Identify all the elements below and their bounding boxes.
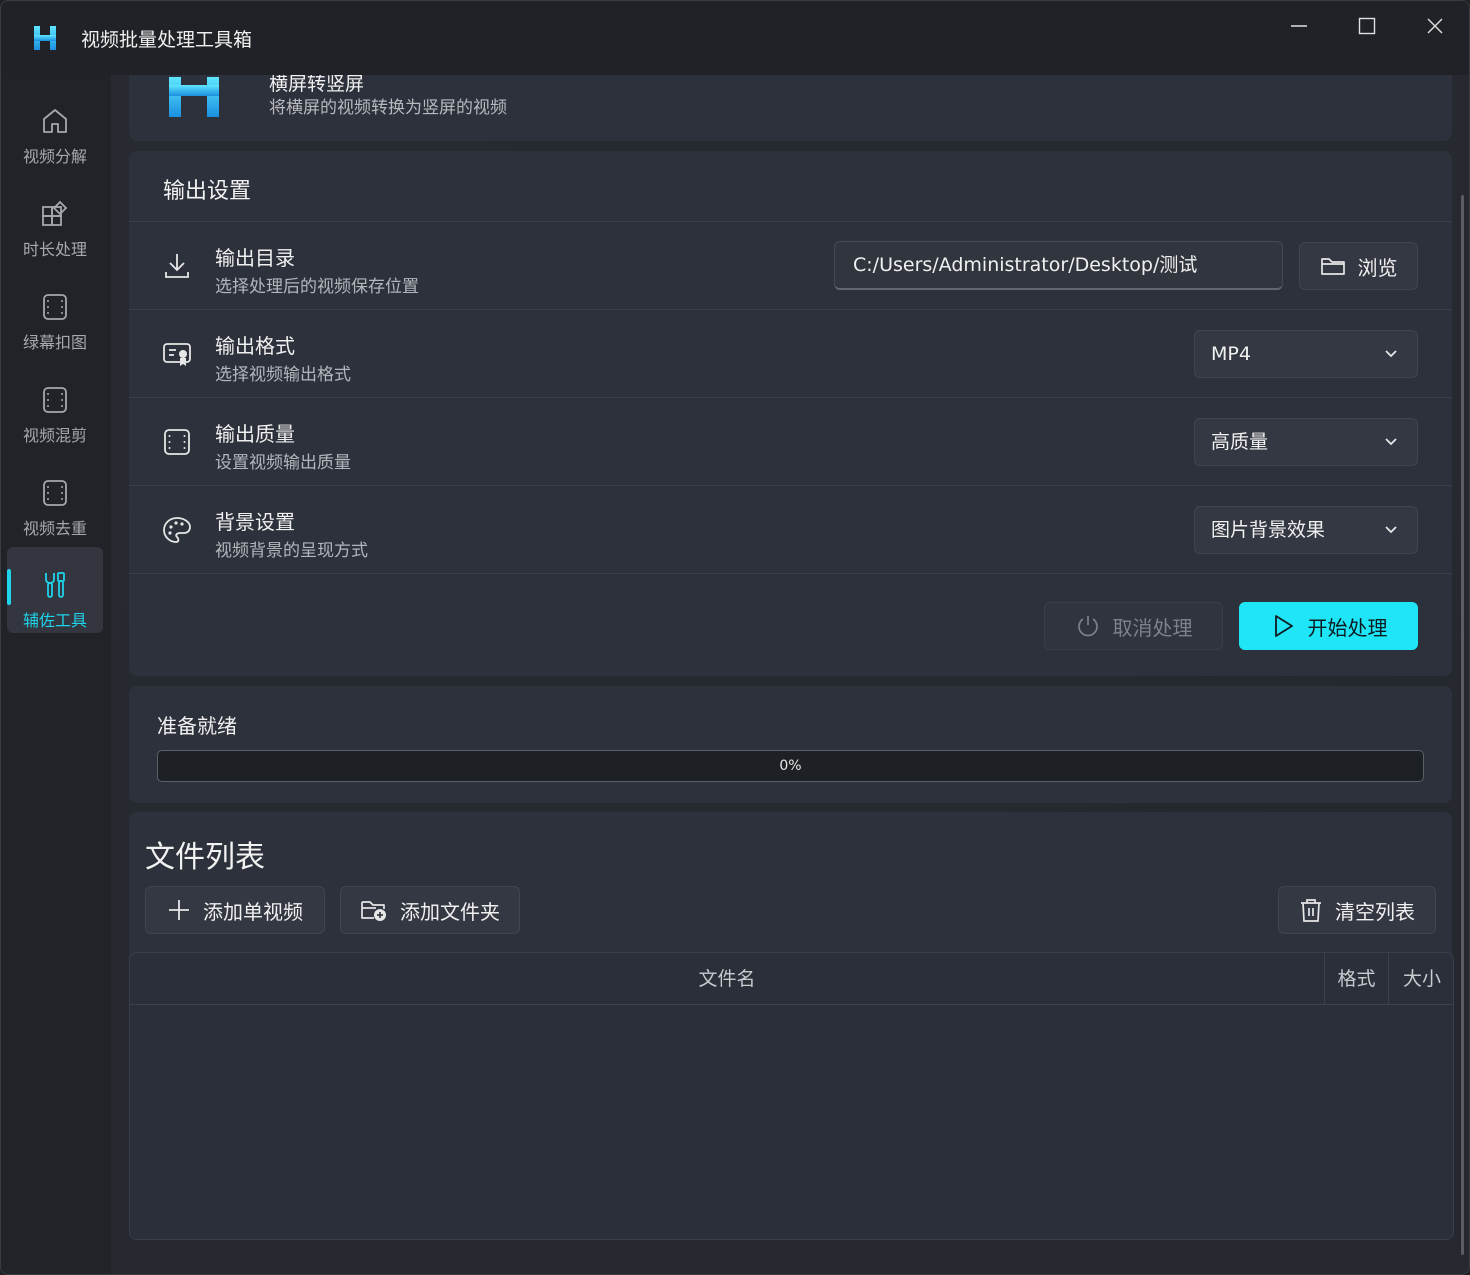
output-format-select[interactable]: MP4 (1194, 330, 1418, 378)
progress-card: 准备就绪 0% (129, 686, 1452, 803)
file-table: 文件名 格式 大小 (129, 952, 1454, 1240)
play-icon (1274, 615, 1293, 637)
column-header-format[interactable]: 格式 (1325, 953, 1389, 1005)
select-value: 高质量 (1211, 431, 1269, 453)
feature-logo-icon (169, 77, 219, 117)
file-list-title: 文件列表 (145, 840, 265, 875)
cancel-label: 取消处理 (1112, 615, 1193, 640)
chevron-down-icon (1385, 526, 1397, 534)
apps-add-icon (39, 198, 71, 230)
select-value: MP4 (1211, 343, 1251, 365)
start-processing-button[interactable]: 开始处理 (1239, 602, 1418, 650)
sidebar-item-label: 时长处理 (22, 240, 87, 259)
sidebar: 视频分解 时长处理 绿幕扣图 视频混剪 视频去重 辅佐工具 (1, 75, 111, 1274)
table-header: 文件名 格式 大小 (130, 953, 1453, 1005)
output-directory-row: 输出目录 选择处理后的视频保存位置 C:/Users/Administrator… (129, 221, 1452, 309)
progress-percent: 0% (779, 758, 802, 774)
row-title: 输出格式 (215, 334, 295, 358)
select-value: 图片背景效果 (1211, 519, 1326, 541)
progress-bar: 0% (157, 750, 1424, 782)
start-label: 开始处理 (1307, 615, 1388, 640)
chevron-down-icon (1385, 350, 1397, 358)
active-indicator (7, 569, 11, 605)
certificate-icon (163, 343, 191, 366)
row-subtitle: 设置视频输出质量 (215, 453, 351, 473)
feature-subtitle: 将横屏的视频转换为竖屏的视频 (269, 98, 507, 118)
column-header-filename[interactable]: 文件名 (130, 953, 1325, 1005)
browse-button[interactable]: 浏览 (1299, 242, 1418, 290)
trash-icon (1301, 899, 1321, 922)
progress-status: 准备就绪 (157, 714, 237, 738)
browse-label: 浏览 (1357, 255, 1398, 280)
main-content: 横屏转竖屏 将横屏的视频转换为竖屏的视频 输出设置 输出目录 选择处理后的视频保… (111, 75, 1469, 1274)
row-title: 输出质量 (215, 422, 295, 446)
output-quality-select[interactable]: 高质量 (1194, 418, 1418, 466)
add-folder-button[interactable]: 添加文件夹 (340, 886, 520, 934)
chevron-down-icon (1385, 438, 1397, 446)
sidebar-item-label: 视频去重 (22, 519, 87, 538)
plus-icon (169, 900, 189, 920)
sidebar-item-duration[interactable]: 时长处理 (7, 176, 103, 262)
app-window: 视频批量处理工具箱 视频分解 时长处理 绿幕扣图 视频混剪 视频去重 辅佐工具 … (0, 0, 1470, 1275)
sidebar-item-video-split[interactable]: 视频分解 (7, 83, 103, 169)
sidebar-item-dedupe[interactable]: 视频去重 (7, 455, 103, 541)
background-settings-row: 背景设置 视频背景的呈现方式 图片背景效果 (129, 485, 1452, 573)
folder-icon (1320, 258, 1345, 275)
film-frame-icon (39, 291, 71, 323)
add-video-button[interactable]: 添加单视频 (145, 886, 325, 934)
maximize-button[interactable] (1333, 1, 1401, 51)
section-title: 输出设置 (163, 179, 252, 204)
tools-icon (39, 569, 71, 601)
feature-header-card: 横屏转竖屏 将横屏的视频转换为竖屏的视频 (129, 75, 1452, 141)
cancel-processing-button[interactable]: 取消处理 (1044, 602, 1223, 650)
download-icon (165, 254, 189, 278)
add-folder-label: 添加文件夹 (400, 899, 500, 924)
row-title: 背景设置 (215, 510, 295, 534)
scrollbar[interactable] (1461, 195, 1464, 1255)
background-select[interactable]: 图片背景效果 (1194, 506, 1418, 554)
power-icon (1077, 616, 1098, 637)
film-frame-icon (164, 429, 190, 455)
sidebar-item-tools[interactable]: 辅佐工具 (7, 547, 103, 633)
app-logo-icon (34, 26, 56, 50)
sidebar-item-label: 视频混剪 (22, 426, 87, 445)
output-directory-input[interactable]: C:/Users/Administrator/Desktop/测试 (834, 241, 1283, 290)
row-title: 输出目录 (215, 246, 295, 270)
output-settings-card: 输出设置 输出目录 选择处理后的视频保存位置 C:/Users/Administ… (129, 151, 1452, 676)
folder-add-icon (361, 901, 386, 921)
sidebar-item-video-mix[interactable]: 视频混剪 (7, 362, 103, 448)
minimize-icon (1291, 25, 1307, 27)
film-frame-icon (39, 384, 71, 416)
clear-list-label: 清空列表 (1335, 899, 1415, 924)
palette-icon (163, 517, 191, 543)
file-list-card: 文件列表 添加单视频 添加文件夹 清空列表 文件名 格式 大小 (129, 812, 1454, 1240)
title-bar: 视频批量处理工具箱 (1, 1, 1469, 75)
sidebar-item-greenscreen[interactable]: 绿幕扣图 (7, 269, 103, 355)
clear-list-button[interactable]: 清空列表 (1278, 886, 1436, 934)
home-icon (39, 105, 71, 137)
window-title: 视频批量处理工具箱 (81, 29, 253, 51)
minimize-button[interactable] (1265, 1, 1333, 51)
film-frame-icon (39, 477, 71, 509)
sidebar-item-label: 辅佐工具 (22, 611, 87, 630)
sidebar-item-label: 绿幕扣图 (22, 333, 87, 352)
maximize-icon (1358, 17, 1376, 35)
column-header-size[interactable]: 大小 (1389, 953, 1453, 1005)
divider (129, 573, 1452, 574)
sidebar-item-label: 视频分解 (22, 147, 87, 166)
row-subtitle: 选择处理后的视频保存位置 (215, 277, 419, 297)
output-quality-row: 输出质量 设置视频输出质量 高质量 (129, 397, 1452, 485)
row-subtitle: 视频背景的呈现方式 (215, 541, 368, 561)
output-format-row: 输出格式 选择视频输出格式 MP4 (129, 309, 1452, 397)
add-video-label: 添加单视频 (203, 899, 303, 924)
row-subtitle: 选择视频输出格式 (215, 365, 351, 385)
close-icon (1427, 18, 1443, 34)
close-button[interactable] (1401, 1, 1469, 51)
